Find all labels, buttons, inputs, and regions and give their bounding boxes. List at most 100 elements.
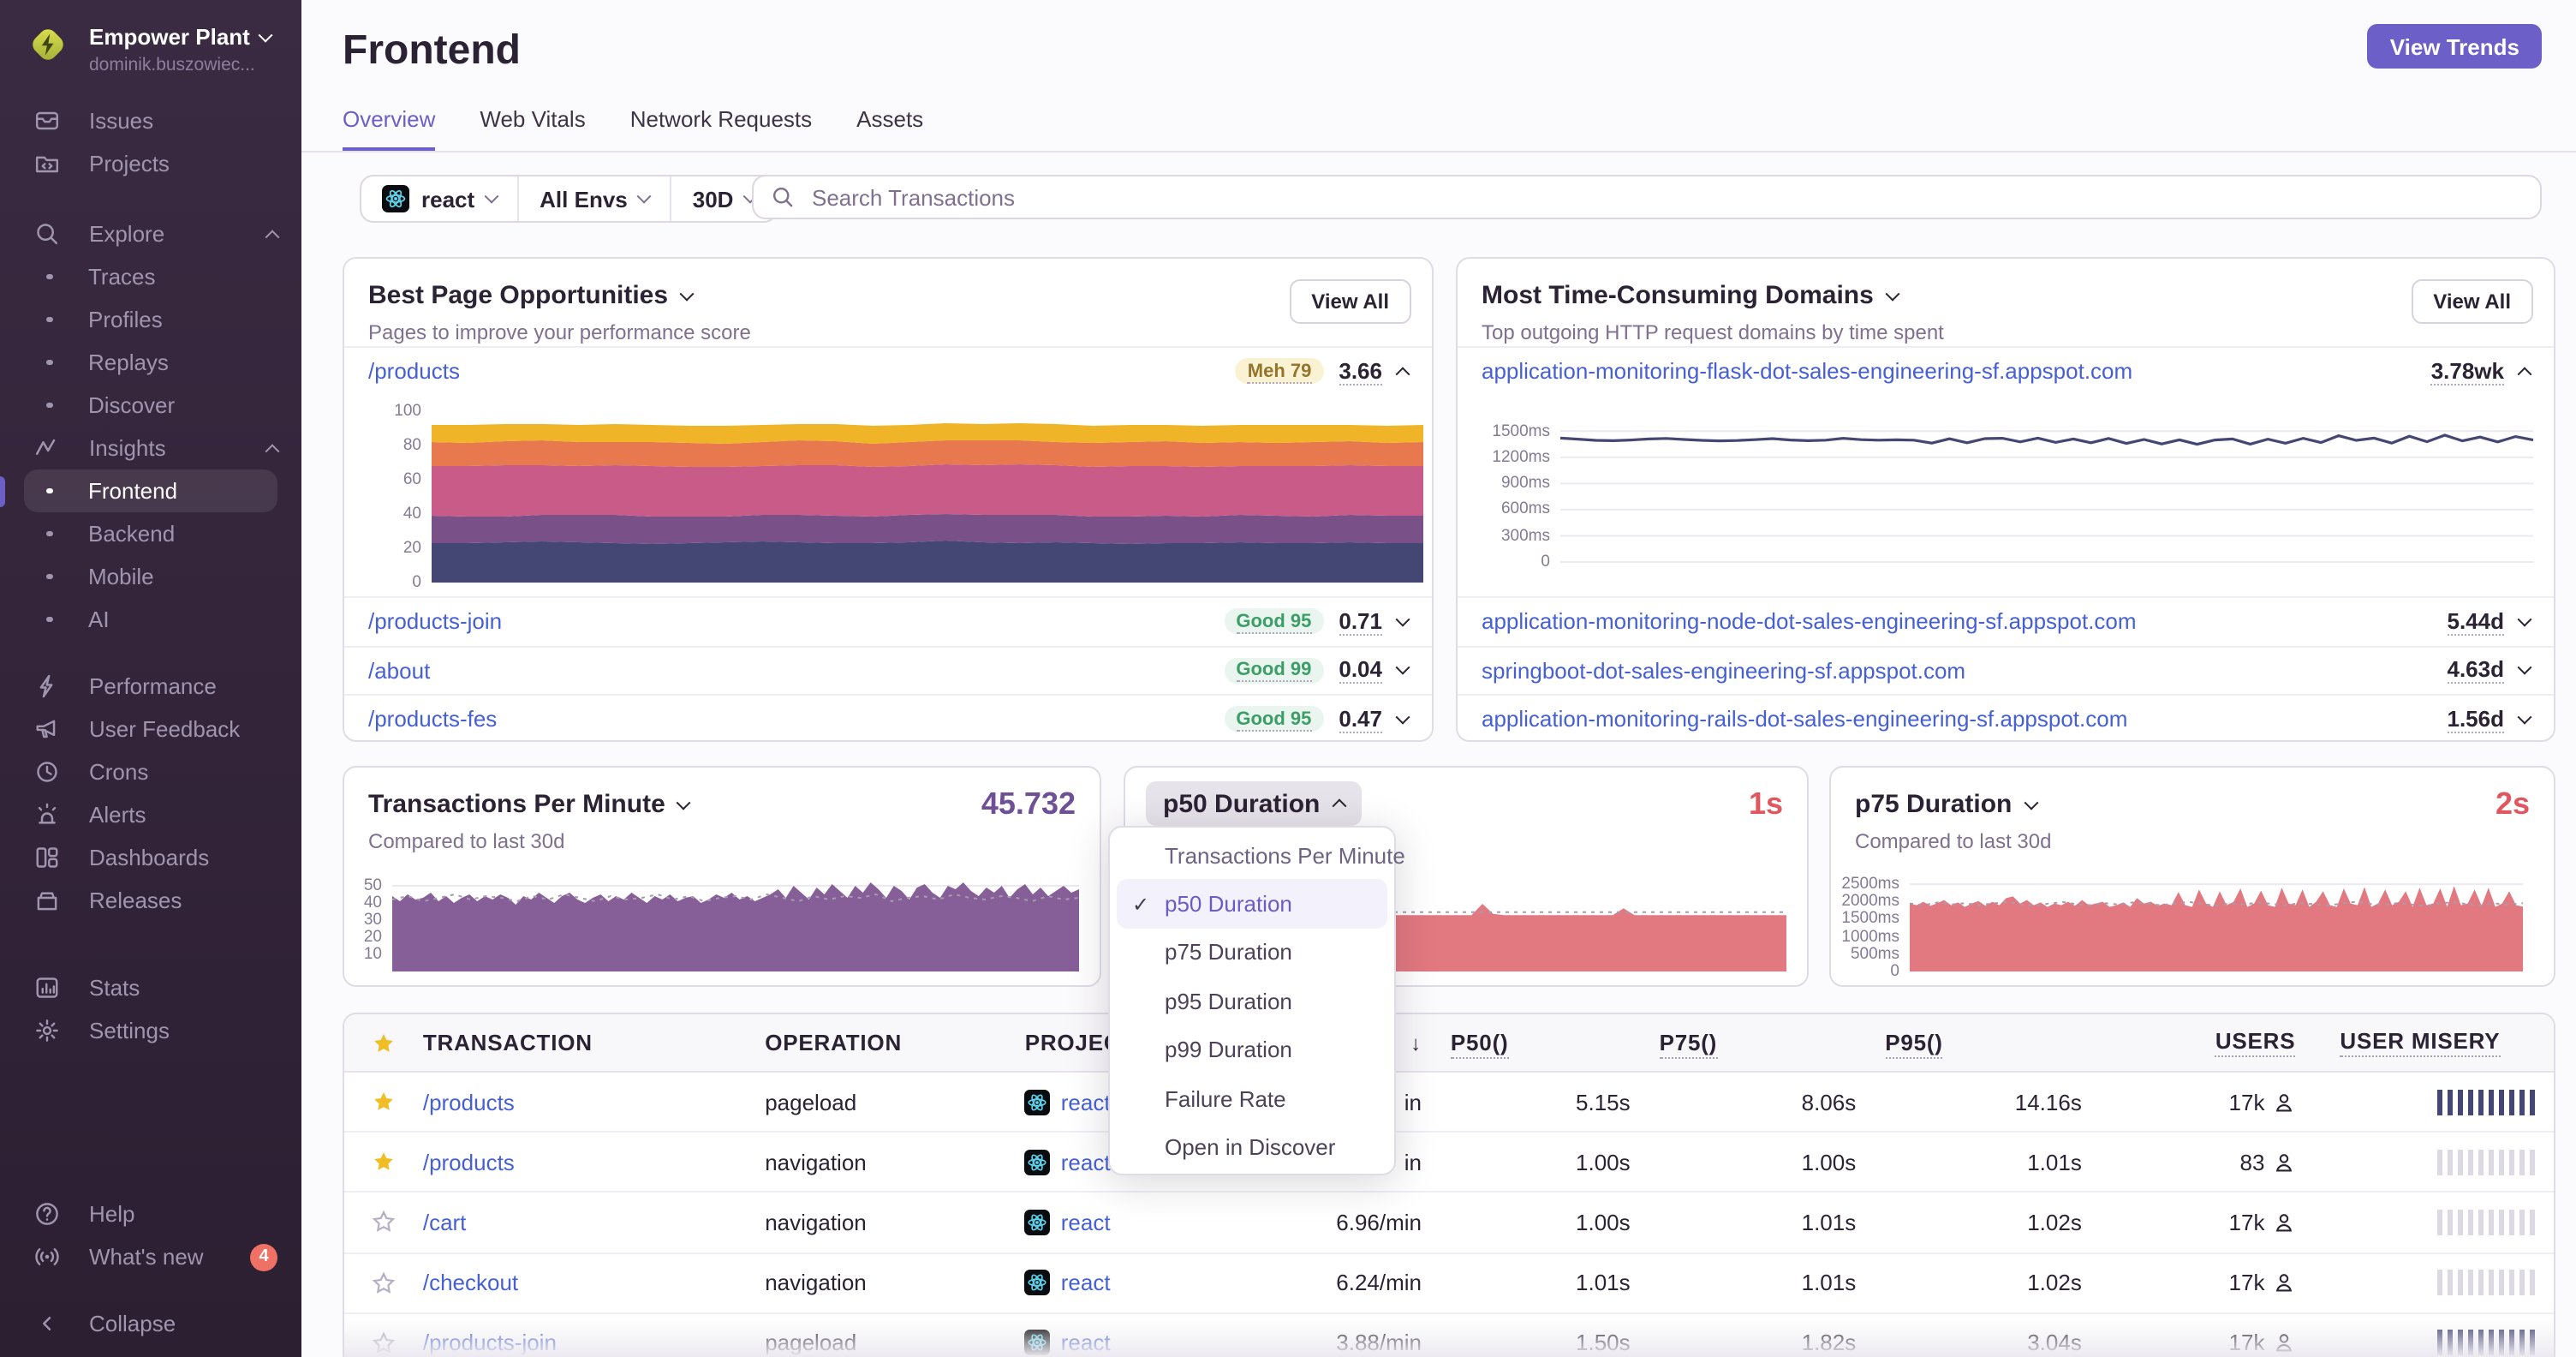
transaction-link[interactable]: /cart bbox=[423, 1210, 467, 1235]
tab-overview[interactable]: Overview bbox=[343, 106, 436, 152]
score-badge: Good 95 bbox=[1224, 608, 1324, 635]
tpm-chart: 50 40 30 20 10 bbox=[364, 876, 1080, 971]
chevron-down-icon[interactable] bbox=[1395, 661, 1410, 676]
domain-link[interactable]: application-monitoring-node-dot-sales-en… bbox=[1482, 609, 2137, 635]
domain-duration-chart: 1500ms 1200ms 900ms 600ms 300ms 0 bbox=[1492, 418, 2534, 571]
sidebar-item-stats[interactable]: Stats bbox=[0, 966, 301, 1009]
metric-title[interactable]: p75 Duration bbox=[1855, 790, 2038, 819]
tab-assets[interactable]: Assets bbox=[856, 106, 923, 152]
menu-item-transactions-per-minute[interactable]: Transactions Per Minute bbox=[1110, 831, 1405, 880]
menu-item-p95-duration[interactable]: p95 Duration bbox=[1110, 977, 1394, 1025]
sort-desc-icon[interactable]: ↓ bbox=[1410, 1031, 1422, 1055]
sidebar-item-frontend[interactable]: Frontend bbox=[24, 469, 277, 512]
table-row[interactable]: /products navigation react in 1.00s 1.00s 1.01… bbox=[344, 1133, 2554, 1193]
opportunity-score: 0.47 bbox=[1339, 705, 1382, 733]
table-row[interactable]: /checkout navigation react 6.24/min 1.01s 1.0… bbox=[344, 1253, 2554, 1314]
sidebar-item-dashboards[interactable]: Dashboards bbox=[0, 836, 301, 879]
chevron-down-icon[interactable] bbox=[1395, 612, 1410, 627]
tab-network-requests[interactable]: Network Requests bbox=[630, 106, 812, 152]
tab-web-vitals[interactable]: Web Vitals bbox=[480, 106, 585, 152]
chevron-down-icon[interactable] bbox=[2517, 661, 2532, 676]
sidebar-item-mobile[interactable]: Mobile bbox=[0, 555, 301, 598]
sidebar-item-alerts[interactable]: Alerts bbox=[0, 793, 301, 836]
page-row[interactable]: /about Good 99 0.04 bbox=[344, 645, 1432, 694]
project-link[interactable]: react bbox=[1061, 1210, 1111, 1235]
project-link[interactable]: react bbox=[1061, 1330, 1111, 1356]
domain-link[interactable]: application-monitoring-flask-dot-sales-e… bbox=[1482, 358, 2132, 384]
search-input[interactable] bbox=[808, 182, 2523, 212]
star-toggle[interactable] bbox=[344, 1090, 423, 1114]
project-link[interactable]: react bbox=[1061, 1270, 1111, 1295]
sidebar-item-help[interactable]: Help bbox=[0, 1193, 301, 1235]
table-row[interactable]: /products-join pageload react 3.88/min 1.50s… bbox=[344, 1313, 2554, 1357]
sidebar-item-insights[interactable]: Insights bbox=[0, 427, 301, 469]
page-row[interactable]: /products-join Good 95 0.71 bbox=[344, 596, 1432, 645]
view-trends-button[interactable]: View Trends bbox=[2367, 24, 2542, 69]
domain-row[interactable]: springboot-dot-sales-engineering-sf.apps… bbox=[1458, 645, 2554, 694]
page-row[interactable]: /products-fes Good 95 0.47 bbox=[344, 694, 1432, 740]
menu-item-p99-duration[interactable]: p99 Duration bbox=[1110, 1025, 1394, 1074]
menu-item-open-in-discover[interactable]: Open in Discover bbox=[1110, 1123, 1394, 1172]
sidebar-item-explore[interactable]: Explore bbox=[0, 212, 301, 255]
star-toggle[interactable] bbox=[344, 1211, 423, 1234]
chevron-up-icon[interactable] bbox=[2517, 366, 2532, 381]
card-title[interactable]: Best Page Opportunities bbox=[368, 281, 695, 310]
page-row-expanded[interactable]: /products Meh 79 3.66 bbox=[344, 348, 1432, 394]
chevron-down-icon[interactable] bbox=[2517, 612, 2532, 627]
sidebar-item-releases[interactable]: Releases bbox=[0, 879, 301, 922]
sidebar-item-issues[interactable]: Issues bbox=[0, 99, 301, 142]
view-all-button[interactable]: View All bbox=[2411, 279, 2533, 324]
menu-item-p50-duration[interactable]: ✓ p50 Duration bbox=[1117, 879, 1387, 929]
domain-row[interactable]: application-monitoring-node-dot-sales-en… bbox=[1458, 596, 2554, 645]
sidebar: Empower Plant dominik.buszowiec... Issue… bbox=[0, 0, 301, 1357]
sidebar-item-crons[interactable]: Crons bbox=[0, 750, 301, 793]
org-switcher[interactable]: Empower Plant dominik.buszowiec... bbox=[27, 24, 273, 75]
page-link[interactable]: /about bbox=[368, 658, 430, 684]
project-link[interactable]: react bbox=[1061, 1089, 1111, 1115]
metric-title[interactable]: Transactions Per Minute bbox=[368, 790, 692, 819]
explore-icon bbox=[37, 224, 58, 245]
sidebar-item-ai[interactable]: AI bbox=[0, 598, 301, 641]
sidebar-item-performance[interactable]: Performance bbox=[0, 665, 301, 708]
chevron-up-icon[interactable] bbox=[1395, 366, 1410, 381]
sidebar-item-whats-new[interactable]: What's new 4 bbox=[0, 1235, 301, 1278]
page-link[interactable]: /products-fes bbox=[368, 707, 497, 732]
menu-item-label: Open in Discover bbox=[1165, 1134, 1336, 1161]
transaction-link[interactable]: /checkout bbox=[423, 1270, 518, 1295]
sidebar-item-replays[interactable]: Replays bbox=[0, 341, 301, 384]
sidebar-item-settings[interactable]: Settings bbox=[0, 1009, 301, 1052]
project-link[interactable]: react bbox=[1061, 1150, 1111, 1175]
star-toggle[interactable] bbox=[344, 1331, 423, 1355]
domain-row[interactable]: application-monitoring-rails-dot-sales-e… bbox=[1458, 694, 2554, 740]
star-toggle[interactable] bbox=[344, 1270, 423, 1294]
star-toggle[interactable] bbox=[344, 1151, 423, 1175]
metric-selector-button[interactable]: p50 Duration bbox=[1146, 781, 1362, 826]
domain-link[interactable]: springboot-dot-sales-engineering-sf.apps… bbox=[1482, 658, 1965, 684]
page-link[interactable]: /products bbox=[368, 358, 460, 384]
environment-filter[interactable]: All Envs bbox=[517, 176, 671, 221]
chevron-down-icon[interactable] bbox=[1395, 709, 1410, 725]
series-avg-duration bbox=[1559, 433, 2534, 446]
domain-link[interactable]: application-monitoring-rails-dot-sales-e… bbox=[1482, 707, 2127, 732]
table-row[interactable]: /cart navigation react 6.96/min 1.00s 1.01s 1.… bbox=[344, 1193, 2554, 1254]
view-all-button[interactable]: View All bbox=[1289, 279, 1411, 324]
transaction-link[interactable]: /products bbox=[423, 1089, 515, 1115]
sidebar-item-collapse[interactable]: Collapse bbox=[0, 1302, 301, 1345]
card-subtitle: Pages to improve your performance score bbox=[368, 320, 751, 344]
sidebar-item-projects[interactable]: Projects bbox=[0, 142, 301, 185]
sidebar-item-discover[interactable]: Discover bbox=[0, 384, 301, 427]
table-row[interactable]: /products pageload react in 5.15s 8.06s 14.16s… bbox=[344, 1073, 2554, 1133]
transaction-link[interactable]: /products bbox=[423, 1150, 515, 1175]
chevron-down-icon[interactable] bbox=[2517, 709, 2532, 725]
page-link[interactable]: /products-join bbox=[368, 609, 502, 635]
menu-item-p75-duration[interactable]: p75 Duration bbox=[1110, 929, 1394, 977]
sidebar-item-profiles[interactable]: Profiles bbox=[0, 298, 301, 341]
transaction-link[interactable]: /products-join bbox=[423, 1330, 557, 1356]
sidebar-item-backend[interactable]: Backend bbox=[0, 512, 301, 555]
card-title[interactable]: Most Time-Consuming Domains bbox=[1482, 281, 1900, 310]
domain-row-expanded[interactable]: application-monitoring-flask-dot-sales-e… bbox=[1458, 348, 2554, 394]
project-filter[interactable]: react bbox=[361, 176, 517, 221]
sidebar-item-user-feedback[interactable]: User Feedback bbox=[0, 708, 301, 750]
menu-item-failure-rate[interactable]: Failure Rate bbox=[1110, 1074, 1394, 1123]
sidebar-item-traces[interactable]: Traces bbox=[0, 255, 301, 298]
